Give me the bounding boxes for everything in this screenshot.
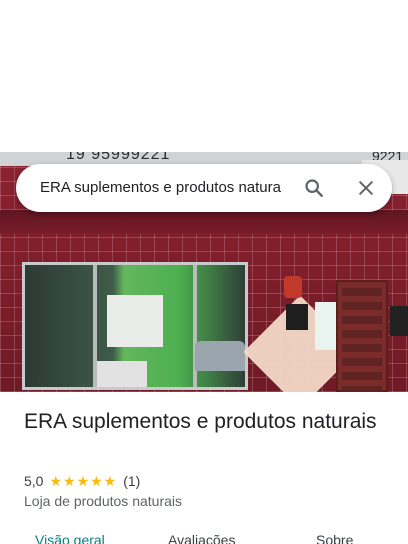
tab-about[interactable]: Sobre [316, 532, 353, 544]
store-logo-badge [284, 276, 302, 298]
search-input[interactable]: ERA suplementos e produtos natura [40, 164, 290, 212]
shop-window [22, 262, 248, 390]
top-blank-area [0, 0, 408, 152]
shop-counter [97, 361, 147, 387]
tab-reviews[interactable]: Avaliações [168, 532, 235, 544]
tab-overview[interactable]: Visão geral [35, 532, 105, 544]
review-count[interactable]: (1) [123, 473, 140, 489]
rating-row[interactable]: 5,0 ★★★★★ (1) [24, 472, 140, 490]
tab-bar: Visão geral Avaliações Sobre [0, 528, 408, 544]
shop-shelf [107, 295, 163, 347]
search-icon[interactable] [300, 174, 328, 202]
search-bar[interactable]: ERA suplementos e produtos natura [16, 164, 392, 212]
car-reflection [195, 341, 245, 371]
awning [0, 210, 408, 234]
side-door [336, 280, 388, 392]
close-icon[interactable] [352, 174, 380, 202]
sign-phone-text: 19 95999221 [66, 152, 171, 163]
brand-badge [390, 306, 408, 336]
star-rating-icon: ★★★★★ [49, 472, 118, 489]
place-category[interactable]: Loja de produtos naturais [24, 493, 182, 509]
poster [286, 304, 308, 330]
place-title: ERA suplementos e produtos naturais [24, 410, 377, 433]
rating-value: 5,0 [24, 473, 44, 489]
